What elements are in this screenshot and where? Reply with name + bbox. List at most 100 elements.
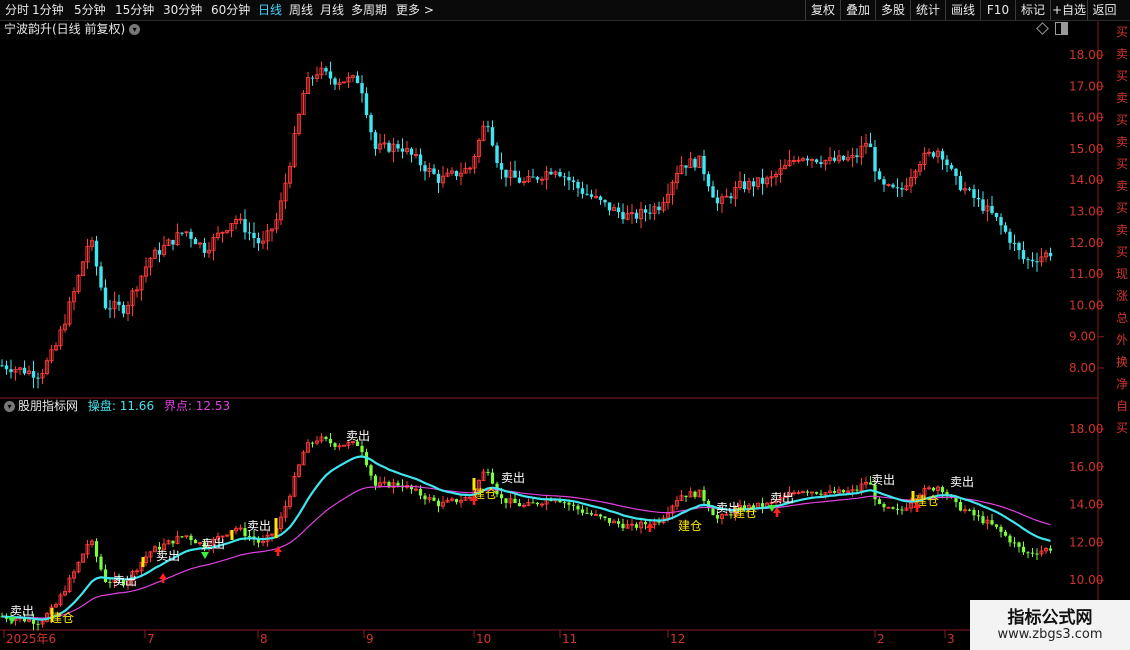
- indicator-candle-body: [454, 499, 459, 503]
- candle-body: [648, 212, 652, 214]
- candle-body: [423, 165, 427, 172]
- side-strip-char: 买: [1116, 157, 1129, 171]
- candle-body: [373, 132, 378, 149]
- candle-body: [387, 142, 391, 152]
- time-tick-label: 8: [260, 632, 268, 646]
- candle-body: [706, 174, 711, 187]
- time-tick-label: 2025年6: [6, 632, 56, 646]
- sell-signal-label: 卖出: [346, 429, 370, 443]
- indicator-candle-body: [490, 472, 495, 484]
- candle-body: [0, 365, 4, 367]
- side-strip-char: 卖: [1116, 223, 1129, 237]
- boundary-value: 12.53: [195, 399, 231, 413]
- indicator-candle-body: [1035, 553, 1039, 555]
- price-tick-label: 16.00: [1069, 111, 1103, 125]
- indicator-candle-body: [432, 497, 436, 501]
- indicator-candle-body: [1003, 531, 1008, 536]
- candle-body: [558, 172, 562, 177]
- candle-body: [454, 170, 459, 177]
- yellow-signal-bar: [50, 608, 54, 622]
- indicator-candle-body: [247, 536, 252, 538]
- candle-body: [369, 115, 373, 133]
- candle-body: [999, 217, 1003, 226]
- side-strip-char: 卖: [1116, 179, 1129, 193]
- candle-body: [202, 243, 207, 253]
- candle-body: [1030, 259, 1035, 262]
- indicator-candle-body: [513, 498, 517, 504]
- candle-body: [1048, 252, 1053, 257]
- candle-body: [562, 176, 567, 178]
- sell-signal-label: 卖出: [501, 471, 525, 485]
- price-tick-label: 14.00: [1069, 173, 1103, 187]
- watermark-url: www.zbgs3.com: [997, 627, 1103, 642]
- indicator-candle-body: [621, 523, 625, 529]
- main-price-axis: 18.00 17.00 16.00 15.00 14.00 13.00 12.00 11.00…: [1069, 48, 1104, 375]
- indicator-candle-body: [1017, 542, 1021, 547]
- indicator-candle-body: [832, 491, 837, 493]
- candle-body: [841, 155, 846, 160]
- sell-signal-label: 卖出: [156, 549, 180, 563]
- candle-body: [99, 266, 103, 288]
- chevron-down-icon[interactable]: ▾: [4, 401, 15, 412]
- indicator-candle-body: [994, 524, 999, 527]
- candle-body: [567, 176, 571, 181]
- price-tick-label: 8.00: [1069, 361, 1096, 375]
- indicator-candle-body: [855, 489, 859, 491]
- sell-signal-label: 卖出: [871, 473, 895, 487]
- candle-body: [598, 196, 603, 200]
- candle-body: [621, 212, 625, 220]
- candle-body: [657, 206, 661, 211]
- indicator-candle-body: [814, 492, 819, 494]
- indicator-candle-body: [571, 504, 576, 506]
- candle-body: [711, 186, 715, 198]
- candle-body: [256, 238, 261, 244]
- candle-body: [616, 207, 621, 213]
- candle-body: [868, 143, 873, 148]
- candle-body: [976, 197, 981, 200]
- candle-body: [1003, 225, 1008, 232]
- indicator-candle-body: [328, 438, 333, 444]
- indicator-tick-label: 16.00: [1069, 460, 1103, 474]
- candle-body: [355, 75, 360, 84]
- indicator-candle-body: [396, 482, 400, 486]
- side-strip-char: 卖: [1116, 91, 1129, 105]
- side-strip-char: 涨: [1116, 289, 1129, 303]
- candle-body: [328, 71, 333, 79]
- candle-body: [751, 181, 756, 187]
- indicator-tick-label: 12.00: [1069, 535, 1103, 549]
- indicator-candle-body: [715, 515, 720, 519]
- side-strip-char: 买: [1116, 421, 1129, 435]
- candle-body: [1017, 242, 1021, 251]
- time-tick-label: 7: [147, 632, 155, 646]
- indicator-candle-body: [580, 509, 585, 513]
- side-strip-char: 现: [1116, 267, 1129, 281]
- time-tick-label: 11: [562, 632, 577, 646]
- candle-body: [634, 212, 639, 219]
- candle-body: [994, 213, 999, 218]
- candle-body: [22, 367, 27, 374]
- candle-body: [580, 188, 585, 194]
- candle-body: [531, 176, 535, 178]
- indicator-candle-body: [1012, 542, 1017, 544]
- price-tick-label: 12.00: [1069, 236, 1103, 250]
- sell-signal-label: 卖出: [950, 475, 974, 489]
- candle-body: [891, 184, 895, 188]
- indicator-candle-body: [841, 489, 846, 493]
- candle-body: [243, 219, 247, 233]
- indicator-candle-body: [711, 508, 715, 516]
- candle-body: [958, 175, 963, 191]
- sell-signal-label: 卖出: [201, 537, 225, 551]
- indicator-candle-body: [760, 503, 765, 507]
- indicator-candle-body: [702, 490, 706, 501]
- indicator-candle-body: [193, 540, 198, 544]
- indicator-candle-body: [531, 502, 535, 504]
- indicator-candle-body: [1026, 552, 1030, 554]
- candle-body: [760, 177, 765, 184]
- indicator-candle-body: [900, 509, 904, 511]
- side-strip-char: 自: [1116, 399, 1129, 413]
- sell-signal-label: 卖出: [113, 574, 137, 588]
- price-tick-label: 11.00: [1069, 267, 1103, 281]
- candle-body: [36, 377, 40, 379]
- sell-signal-label: 卖出: [10, 604, 34, 618]
- indicator-candle-body: [94, 541, 99, 557]
